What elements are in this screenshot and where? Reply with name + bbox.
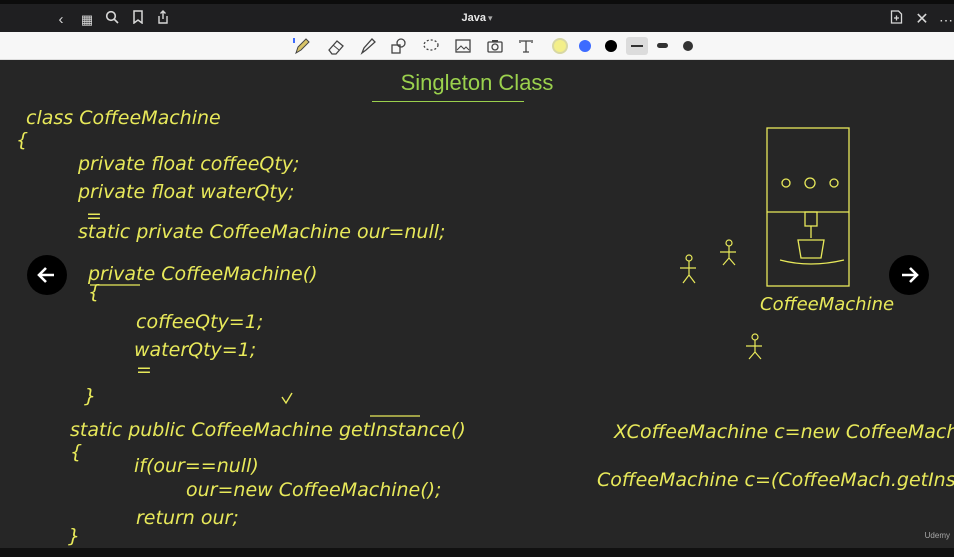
lasso-icon[interactable]: [421, 36, 441, 56]
code-line: coffeeQty=1;: [136, 311, 263, 333]
image-icon[interactable]: [453, 36, 473, 56]
code-line: private float coffeeQty;: [77, 153, 299, 175]
drawing-toolbar: [0, 32, 954, 60]
share-icon[interactable]: [152, 9, 174, 31]
next-page-button[interactable]: [889, 255, 929, 295]
pen-icon[interactable]: [292, 36, 312, 56]
camera-icon[interactable]: [485, 36, 505, 56]
more-icon[interactable]: ⋯: [935, 9, 954, 31]
text-icon[interactable]: [516, 36, 536, 56]
color-yellow-swatch[interactable]: [552, 38, 568, 54]
previous-page-button[interactable]: [27, 255, 67, 295]
handwritten-ink: class CoffeeMachine { private float coff…: [16, 107, 954, 547]
code-line: waterQty=1;: [134, 339, 256, 361]
udemy-watermark: Udemy: [924, 531, 950, 540]
code-line: {: [16, 129, 28, 151]
code-line: if(our==null): [134, 455, 259, 477]
code-line: }: [68, 525, 80, 547]
bookmark-icon[interactable]: [127, 9, 149, 31]
chevron-down-icon[interactable]: ▾: [488, 13, 493, 23]
eraser-icon[interactable]: [326, 36, 346, 56]
code-line: }: [84, 385, 96, 407]
note-line: XCoffeeMachine c=new CoffeeMach: [613, 421, 954, 443]
note-line: CoffeeMachine c=(CoffeeMach.getInstan(: [597, 469, 954, 491]
color-blue-swatch[interactable]: [579, 40, 591, 52]
code-line: our=new CoffeeMachine();: [186, 479, 441, 501]
code-line: class CoffeeMachine: [26, 107, 221, 129]
back-icon[interactable]: ‹: [50, 9, 72, 31]
document-title-text[interactable]: Java: [461, 12, 485, 24]
stroke-medium-option[interactable]: [657, 43, 668, 48]
stick-figures: [680, 239, 762, 360]
close-icon[interactable]: ✕: [911, 9, 933, 31]
code-line: static public CoffeeMachine getInstance(…: [70, 419, 466, 441]
code-line: =: [136, 359, 152, 381]
code-line: private CoffeeMachine(): [87, 263, 318, 285]
diagram-label: CoffeeMachine: [760, 294, 894, 315]
bottom-bar: [0, 548, 954, 557]
code-line: return our;: [136, 507, 239, 529]
grid-icon[interactable]: ▦: [76, 9, 98, 31]
code-line: private float waterQty;: [77, 181, 294, 203]
coffee-machine-drawing: [766, 127, 850, 287]
notebook-canvas[interactable]: Singleton Class class CoffeeMachine { pr…: [0, 60, 954, 548]
stroke-thin-option[interactable]: [626, 37, 648, 55]
shapes-icon[interactable]: [389, 36, 409, 56]
add-page-icon[interactable]: [885, 9, 907, 31]
code-line: {: [70, 441, 82, 463]
search-icon[interactable]: [101, 9, 123, 31]
app-top-bar: ‹ ▦ Java ▾ ✕ ⋯: [0, 0, 954, 32]
code-line: {: [88, 281, 100, 303]
highlighter-icon[interactable]: [358, 36, 378, 56]
stroke-thick-option[interactable]: [683, 41, 693, 51]
color-black-swatch[interactable]: [605, 40, 617, 52]
code-line: static private CoffeeMachine our=null;: [78, 221, 445, 243]
